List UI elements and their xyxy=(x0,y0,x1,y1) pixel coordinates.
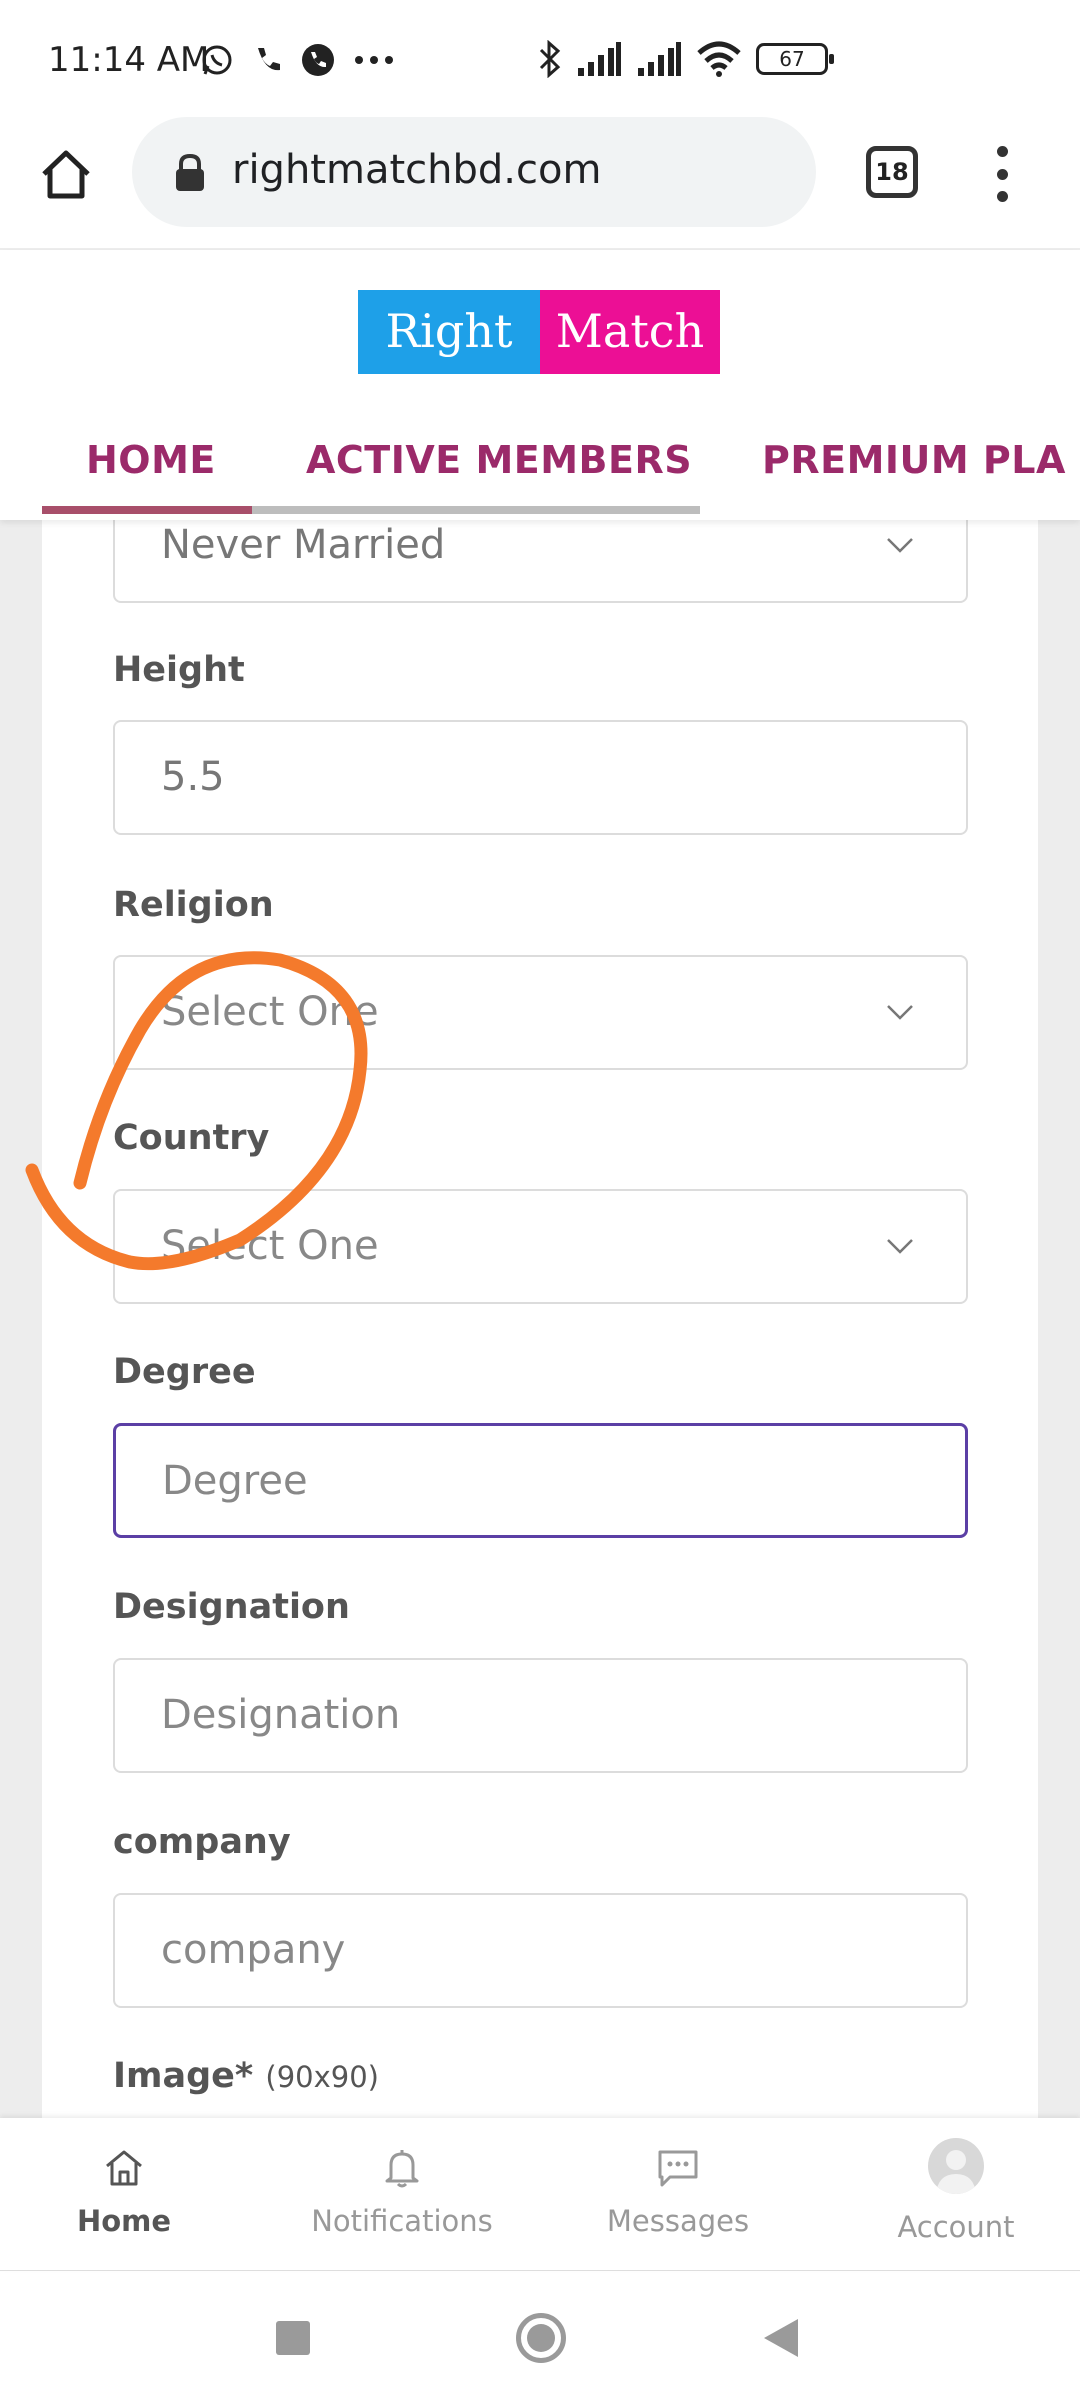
bell-icon xyxy=(385,2150,419,2188)
company-label: company xyxy=(113,1822,291,1862)
nav-active-indicator xyxy=(42,506,252,514)
religion-select[interactable]: Select One xyxy=(113,955,968,1070)
chevron-down-icon xyxy=(887,1239,913,1254)
country-label: Country xyxy=(113,1118,270,1158)
browser-toolbar: rightmatchbd.com 18 xyxy=(0,112,1080,248)
height-value: 5.5 xyxy=(161,754,225,800)
country-select[interactable]: Select One xyxy=(113,1189,968,1304)
image-label-text: Image* xyxy=(113,2056,254,2096)
bottom-nav-account[interactable]: Account xyxy=(856,2118,1056,2270)
bottom-app-bar: Home Notifications Messages Account xyxy=(0,2118,1080,2270)
nav-active-members[interactable]: ACTIVE MEMBERS xyxy=(306,438,692,482)
status-bar: 11:14 AM 67 xyxy=(0,0,1080,122)
chevron-down-icon xyxy=(887,1005,913,1020)
designation-input[interactable]: Designation xyxy=(113,1658,968,1773)
marital-status-select[interactable]: Never Married xyxy=(113,520,968,603)
more-icon xyxy=(355,56,393,64)
status-time: 11:14 AM xyxy=(48,40,210,80)
site-header: Right Match HOME ACTIVE MEMBERS PREMIUM … xyxy=(0,250,1080,520)
height-label: Height xyxy=(113,650,245,690)
home-icon xyxy=(106,2150,142,2186)
recent-apps-button[interactable] xyxy=(276,2321,310,2355)
browser-home-icon[interactable] xyxy=(38,146,94,202)
designation-label: Designation xyxy=(113,1587,350,1627)
height-input[interactable]: 5.5 xyxy=(113,720,968,835)
logo-match-text: Match xyxy=(540,290,720,374)
designation-placeholder: Designation xyxy=(161,1692,401,1738)
lock-icon xyxy=(176,153,204,191)
browser-menu-icon[interactable] xyxy=(990,146,1014,202)
whatsapp-call-icon xyxy=(302,44,334,76)
marital-status-value: Never Married xyxy=(161,522,446,568)
image-label: Image* (90x90) xyxy=(113,2056,379,2096)
avatar-icon xyxy=(928,2138,984,2194)
whatsapp-icon xyxy=(202,45,232,75)
system-navigation-bar xyxy=(0,2270,1080,2400)
company-placeholder: company xyxy=(161,1927,346,1973)
bottom-nav-messages-label: Messages xyxy=(606,2204,750,2238)
company-input[interactable]: company xyxy=(113,1893,968,2008)
message-icon xyxy=(658,2150,698,2187)
status-icons-left xyxy=(200,42,394,78)
bottom-nav-home[interactable]: Home xyxy=(24,2118,224,2270)
status-icons-right: 67 xyxy=(538,40,834,78)
bottom-nav-messages[interactable]: Messages xyxy=(578,2118,778,2270)
religion-label: Religion xyxy=(113,885,274,925)
signal-icon xyxy=(578,42,621,76)
battery-indicator: 67 xyxy=(756,43,834,75)
degree-label: Degree xyxy=(113,1352,256,1392)
wifi-icon xyxy=(697,41,741,77)
bluetooth-icon xyxy=(539,40,561,78)
nav-home[interactable]: HOME xyxy=(86,438,216,482)
degree-placeholder: Degree xyxy=(162,1458,308,1504)
site-logo[interactable]: Right Match xyxy=(358,290,720,374)
system-home-button[interactable] xyxy=(516,2313,566,2363)
bottom-nav-account-label: Account xyxy=(897,2210,1015,2244)
chevron-down-icon xyxy=(887,538,913,553)
profile-form-area[interactable]: Never Married Height 5.5 Religion Select… xyxy=(0,520,1080,2120)
url-text: rightmatchbd.com xyxy=(232,147,602,193)
image-size-hint: (90x90) xyxy=(265,2060,379,2094)
system-back-button[interactable] xyxy=(764,2319,798,2357)
bottom-nav-notifications-label: Notifications xyxy=(311,2204,493,2238)
degree-input[interactable]: Degree xyxy=(113,1423,968,1538)
tab-switcher-button[interactable]: 18 xyxy=(866,146,918,198)
logo-right-text: Right xyxy=(358,290,540,374)
bottom-nav-notifications[interactable]: Notifications xyxy=(302,2118,502,2270)
nav-premium-plans[interactable]: PREMIUM PLA xyxy=(762,438,1066,482)
address-bar[interactable]: rightmatchbd.com xyxy=(132,117,816,227)
phone-icon xyxy=(258,48,280,71)
site-nav: HOME ACTIVE MEMBERS PREMIUM PLA xyxy=(0,438,1080,508)
religion-placeholder: Select One xyxy=(161,989,379,1035)
country-placeholder: Select One xyxy=(161,1223,379,1269)
bottom-nav-home-label: Home xyxy=(76,2204,172,2238)
signal-icon xyxy=(638,42,681,76)
